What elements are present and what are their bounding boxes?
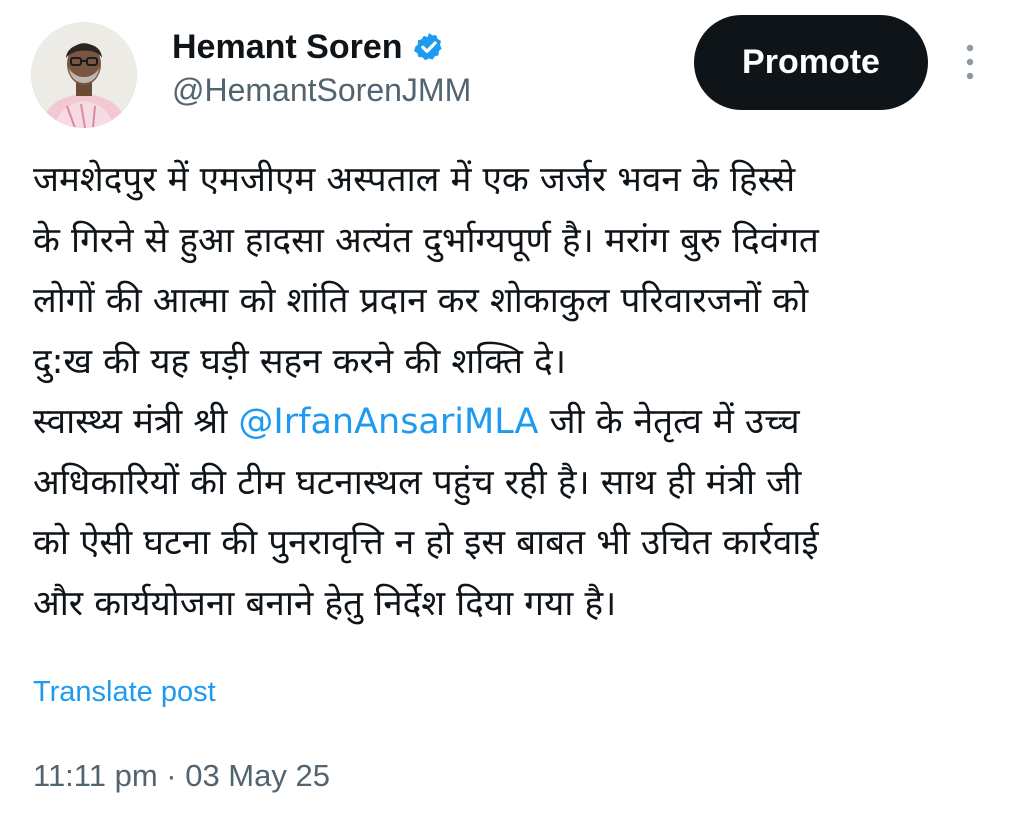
- post-text-line: और कार्ययोजना बनाने हेतु निर्देश दिया गय…: [33, 583, 617, 624]
- post-timestamp[interactable]: 11:11 pm · 03 May 25: [33, 758, 330, 794]
- post-text-segment: स्वास्थ्य मंत्री श्री: [33, 402, 239, 442]
- post-text-line: अधिकारियों की टीम घटनास्थल पहुंच रही है।…: [33, 462, 802, 503]
- mention-link[interactable]: @IrfanAnsariMLA: [238, 402, 538, 442]
- promote-button[interactable]: Promote: [694, 15, 928, 110]
- author-display-name[interactable]: Hemant Soren: [172, 28, 403, 67]
- post-text: जमशेदपुर में एमजीएम अस्पताल में एक जर्जर…: [33, 150, 993, 634]
- vertical-ellipsis-icon[interactable]: [958, 40, 982, 84]
- post-text-segment: जी के नेतृत्व में उच्च: [538, 402, 800, 442]
- post-text-line: दु:ख की यह घड़ी सहन करने की शक्ति दे।: [33, 341, 566, 382]
- post-text-line: को ऐसी घटना की पुनरावृत्ति न हो इस बाबत …: [33, 523, 819, 563]
- author-handle[interactable]: @HemantSorenJMM: [172, 72, 471, 109]
- post-text-line-with-mention: स्वास्थ्य मंत्री श्री @IrfanAnsariMLA जी…: [33, 392, 993, 453]
- post-text-line: जमशेदपुर में एमजीएम अस्पताल में एक जर्जर…: [33, 160, 796, 200]
- post-text-line: के गिरने से हुआ हादसा अत्यंत दुर्भाग्यपू…: [33, 220, 819, 261]
- avatar[interactable]: [31, 22, 137, 128]
- post-text-line: लोगों की आत्मा को शांति प्रदान कर शोकाकु…: [33, 281, 809, 321]
- profile-photo-icon: [31, 22, 137, 128]
- translate-post-link[interactable]: Translate post: [33, 676, 216, 709]
- verified-badge-icon[interactable]: [413, 31, 445, 63]
- author-name-row[interactable]: Hemant Soren: [172, 24, 445, 70]
